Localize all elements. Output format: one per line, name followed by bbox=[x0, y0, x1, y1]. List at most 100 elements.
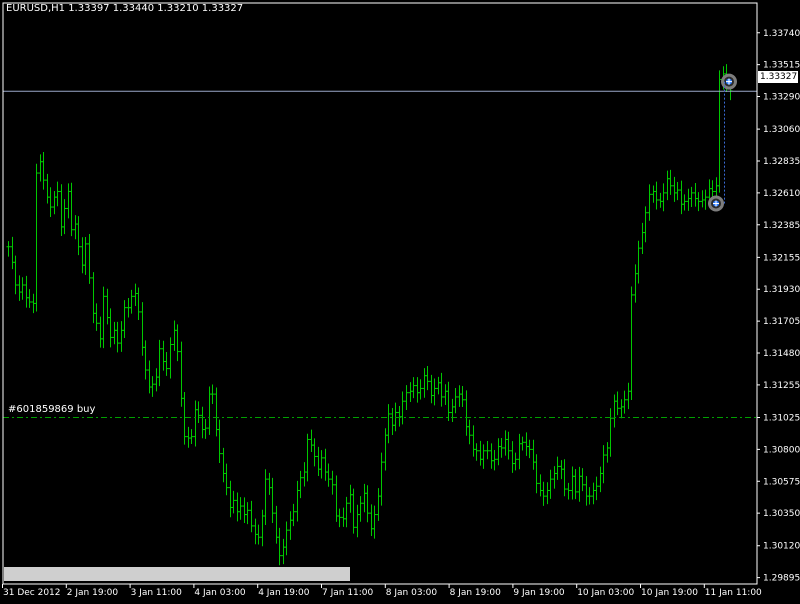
trade-marker[interactable] bbox=[721, 73, 737, 90]
ohlc-bar bbox=[404, 385, 409, 410]
ohlc-bar bbox=[186, 426, 191, 448]
ohlc-bar bbox=[534, 454, 539, 494]
x-tick-label: 8 Jan 19:00 bbox=[450, 588, 502, 598]
time-axis[interactable]: 31 Dec 2012 2 Jan 19:00 3 Jan 11:00 4 Jan 0… bbox=[2, 584, 763, 598]
ohlc-bar bbox=[601, 445, 606, 484]
ohlc-bar bbox=[376, 488, 381, 521]
ohlc-bar bbox=[13, 255, 18, 295]
ohlc-bar bbox=[309, 429, 314, 452]
ohlc-bar bbox=[408, 382, 413, 402]
ohlc-bar bbox=[270, 477, 275, 524]
price-chart-svg[interactable]: 1.33740 1.33515 1.33290 1.33060 1.32835 1.326… bbox=[0, 0, 800, 600]
y-tick-label: 1.33515 bbox=[763, 61, 800, 71]
ohlc-bar bbox=[443, 384, 448, 405]
ohlc-bar bbox=[390, 408, 395, 435]
y-tick-label: 1.29895 bbox=[763, 574, 800, 584]
ohlc-bar bbox=[453, 388, 458, 414]
ohlc-bars-layer bbox=[6, 64, 733, 566]
ohlc-bar bbox=[717, 70, 722, 193]
current-price-box: 1.33327 bbox=[758, 71, 798, 83]
ohlc-bar bbox=[245, 502, 250, 525]
ohlc-bar bbox=[351, 488, 356, 534]
x-tick-label: 11 Jan 11:00 bbox=[705, 588, 762, 598]
ohlc-bar bbox=[545, 482, 550, 505]
ohlc-bar bbox=[38, 154, 43, 182]
ohlc-bar bbox=[34, 163, 39, 312]
ohlc-bar bbox=[200, 406, 205, 439]
ohlc-bar bbox=[489, 443, 494, 469]
ohlc-bar bbox=[633, 264, 638, 303]
ohlc-bar bbox=[675, 182, 680, 201]
trade-marker[interactable] bbox=[708, 195, 724, 212]
ohlc-bar bbox=[253, 518, 258, 545]
y-tick-label: 1.33290 bbox=[763, 93, 800, 103]
ohlc-bar bbox=[577, 466, 582, 502]
y-tick-label: 1.32155 bbox=[763, 253, 800, 263]
ohlc-bar bbox=[485, 441, 490, 460]
ohlc-bar bbox=[365, 485, 370, 523]
ohlc-bar bbox=[658, 192, 663, 208]
ohlc-bar bbox=[256, 524, 261, 545]
chart-area[interactable]: 1.33740 1.33515 1.33290 1.33060 1.32835 1.326… bbox=[0, 0, 800, 600]
y-tick-label: 1.33740 bbox=[763, 29, 800, 39]
ohlc-bar bbox=[41, 151, 46, 190]
ohlc-bar bbox=[432, 378, 437, 406]
ohlc-bar bbox=[196, 401, 201, 424]
ohlc-bar bbox=[584, 476, 589, 506]
ohlc-bar bbox=[10, 236, 15, 270]
ohlc-bar bbox=[164, 352, 169, 376]
ohlc-bar bbox=[429, 374, 434, 404]
ohlc-bar bbox=[626, 382, 631, 410]
ohlc-bar bbox=[214, 387, 219, 437]
x-tick-label: 10 Jan 03:00 bbox=[577, 588, 634, 598]
ohlc-bar bbox=[369, 504, 374, 536]
x-tick-label: 4 Jan 19:00 bbox=[258, 588, 310, 598]
ohlc-bar bbox=[696, 192, 701, 212]
ohlc-bar bbox=[193, 400, 198, 447]
horizontal-scrollbar[interactable] bbox=[4, 567, 350, 581]
ohlc-bar bbox=[566, 482, 571, 500]
ohlc-bar bbox=[531, 439, 536, 470]
ohlc-bar bbox=[591, 482, 596, 505]
ohlc-bar bbox=[703, 189, 708, 210]
ohlc-bar bbox=[355, 504, 360, 538]
ohlc-bar bbox=[83, 236, 88, 275]
x-tick-label: 3 Jan 11:00 bbox=[131, 588, 183, 598]
ohlc-bar bbox=[24, 275, 29, 308]
y-tick-label: 1.32610 bbox=[763, 189, 800, 199]
ohlc-bar bbox=[386, 404, 391, 444]
ohlc-bar bbox=[48, 187, 53, 217]
chart-frame bbox=[2, 2, 758, 585]
ohlc-bar bbox=[52, 191, 57, 215]
ohlc-bar bbox=[393, 402, 398, 432]
ohlc-bar bbox=[98, 316, 103, 348]
price-axis[interactable]: 1.33740 1.33515 1.33290 1.33060 1.32835 1.326… bbox=[757, 29, 800, 584]
ohlc-bar bbox=[605, 442, 610, 463]
y-tick-label: 1.31480 bbox=[763, 349, 800, 359]
ohlc-bar bbox=[615, 391, 620, 416]
ohlc-bar bbox=[686, 188, 691, 211]
ohlc-bar bbox=[379, 452, 384, 506]
ohlc-bar bbox=[439, 372, 444, 407]
ohlc-bar bbox=[217, 419, 222, 463]
ohlc-bar bbox=[700, 190, 705, 208]
ohlc-bar bbox=[457, 385, 462, 407]
ohlc-bar bbox=[221, 447, 226, 483]
ohlc-bar bbox=[330, 470, 335, 495]
y-tick-label: 1.31255 bbox=[763, 381, 800, 391]
ohlc-bar bbox=[693, 182, 698, 207]
ohlc-bar bbox=[17, 275, 22, 301]
ohlc-bar bbox=[383, 428, 388, 471]
ohlc-bar bbox=[418, 379, 423, 400]
ohlc-bar bbox=[400, 391, 405, 425]
ohlc-bar bbox=[573, 469, 578, 500]
ohlc-bar bbox=[112, 321, 117, 345]
ohlc-bar bbox=[513, 452, 518, 471]
ohlc-bar bbox=[224, 463, 229, 496]
ohlc-bar bbox=[552, 466, 557, 489]
ohlc-bar bbox=[661, 183, 666, 212]
x-tick-label: 9 Jan 19:00 bbox=[513, 588, 565, 598]
ohlc-bar bbox=[689, 186, 694, 207]
ohlc-bar bbox=[119, 321, 124, 352]
ohlc-bar bbox=[20, 277, 25, 300]
